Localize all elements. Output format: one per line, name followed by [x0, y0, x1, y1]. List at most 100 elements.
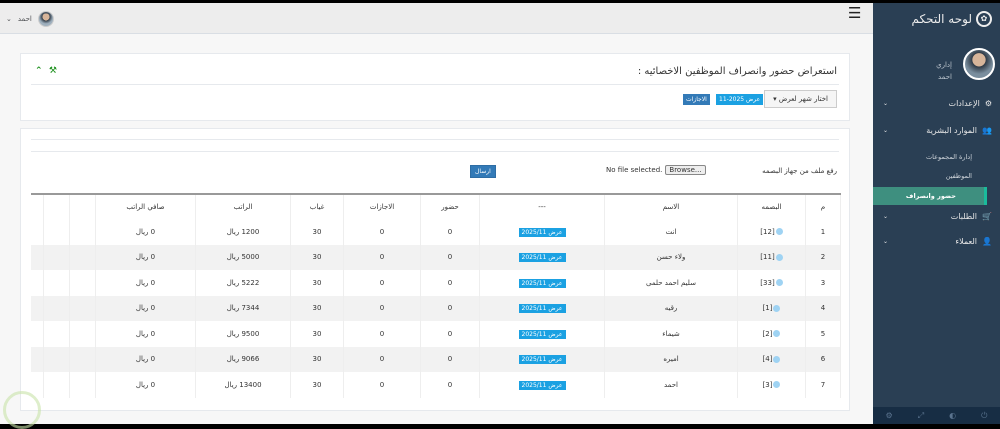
cell-fp: [33]: [737, 270, 806, 296]
cell-vac: 0: [343, 219, 421, 245]
empty-cell: [43, 219, 71, 245]
month-select-button[interactable]: اختار شهر لعرض ▾: [764, 90, 837, 108]
empty-cell: [69, 219, 96, 245]
brand[interactable]: ✿ لوحه التحكم: [912, 11, 992, 27]
cell-vac: 0: [343, 321, 421, 347]
cell-n: 1: [805, 219, 841, 245]
fp-value: [4]: [762, 355, 773, 364]
empty-cell: [31, 244, 45, 270]
file-input[interactable]: No file selected. Browse...: [606, 165, 706, 175]
empty-cell: [69, 295, 96, 321]
fingerprint-icon: [775, 253, 783, 261]
present-value: 0: [447, 278, 453, 287]
cell-vac: 0: [343, 372, 421, 398]
vac-value: 0: [379, 278, 385, 287]
divider: [31, 139, 839, 140]
sidebar-item-orders[interactable]: 🛒 الطلبات ⌄: [873, 206, 1000, 226]
fp-value: [12]: [760, 227, 775, 236]
cell-salary: 9500 ريال: [195, 321, 291, 347]
empty-cell: [31, 346, 45, 372]
vac-value: 0: [379, 227, 385, 236]
lock-icon[interactable]: ◐: [949, 411, 956, 420]
no-file-text: No file selected.: [606, 166, 663, 174]
gears-icon: ⚙: [984, 98, 992, 108]
n-value: 3: [820, 278, 826, 287]
cell-absent: 30: [290, 346, 344, 372]
cell-fp: [1]: [737, 295, 806, 321]
chevron-down-icon: ⌄: [883, 237, 889, 245]
present-value: 0: [447, 329, 453, 338]
attendance-table: م البصمه الاسم --- حضور الاجازات غياب الراتب صاف…: [31, 193, 841, 398]
absent-value: 30: [312, 355, 322, 364]
absent-value: 30: [312, 227, 322, 236]
send-button[interactable]: ارسال: [470, 165, 496, 178]
vacations-badge[interactable]: الاجازات: [683, 94, 710, 105]
user-menu[interactable]: ⌄ احمد: [6, 11, 54, 27]
n-value: 6: [820, 355, 826, 364]
sidebar-item-hr[interactable]: 👥 الموارد البشرية ⌄: [873, 120, 1000, 140]
cell-name: احمد: [604, 372, 738, 398]
cell-n: 7: [805, 372, 841, 398]
profile-name: احمد: [938, 73, 952, 81]
name-value: اميره: [663, 355, 679, 364]
name-value: رقيه: [664, 304, 678, 313]
cell-present: 0: [420, 219, 480, 245]
table-row: 3 [33] سليم احمد حلمى عرض 2025/11 0 0 30 5222 ر…: [31, 270, 841, 296]
view-value[interactable]: عرض 2025/11: [518, 380, 566, 390]
chevron-down-icon: ⌄: [883, 126, 889, 134]
sidebar-item-settings[interactable]: ⚙ الإعدادات ⌄: [873, 93, 1000, 113]
name-value: شيماء: [662, 329, 680, 338]
view-value[interactable]: عرض 2025/11: [518, 278, 566, 288]
divider: [31, 151, 839, 152]
cell-n: 4: [805, 295, 841, 321]
column-header: م: [805, 194, 841, 219]
cart-icon: 🛒: [982, 211, 992, 221]
browse-button[interactable]: Browse...: [665, 165, 706, 175]
cell-salary: 9066 ريال: [195, 346, 291, 372]
vac-value: 0: [379, 329, 385, 338]
empty-cell: [69, 346, 96, 372]
collapse-icon[interactable]: ⌃: [35, 66, 43, 76]
table-row: 7 [3] احمد عرض 2025/11 0 0 30 13400 ريال 0 ريال: [31, 372, 841, 398]
menu-toggle-icon[interactable]: ☰: [848, 4, 861, 22]
fingerprint-icon: [773, 330, 781, 338]
power-icon[interactable]: ⏻: [981, 411, 987, 421]
sidebar-subitem-attendance[interactable]: حضور وانصراف: [873, 187, 987, 205]
cell-name: اميره: [604, 346, 738, 372]
cell-name: ولاء حسن: [604, 244, 738, 270]
view-value[interactable]: عرض 2025/11: [518, 253, 566, 263]
n-value: 7: [820, 380, 826, 389]
fingerprint-icon: [775, 228, 783, 236]
view-month-badge[interactable]: عرض 2025-11: [716, 94, 764, 105]
sidebar-item-clients[interactable]: 👤 العملاء ⌄: [873, 231, 1000, 251]
view-value[interactable]: عرض 2025/11: [518, 355, 566, 365]
column-header: الراتب: [195, 194, 291, 219]
absent-value: 30: [312, 380, 322, 389]
cell-name: سليم احمد حلمى: [604, 270, 738, 296]
cell-view: عرض 2025/11: [479, 219, 605, 245]
wrench-icon[interactable]: ⚒: [49, 66, 57, 76]
cell-net: 0 ريال: [95, 270, 196, 296]
fullscreen-icon[interactable]: ⤢: [918, 411, 924, 421]
table-panel: رفع ملف من جهاز البصمه No file selected.…: [20, 128, 850, 411]
settings-icon[interactable]: ⚙: [886, 411, 893, 420]
view-value[interactable]: عرض 2025/11: [518, 304, 566, 314]
user-icon: 👤: [982, 236, 992, 246]
chevron-down-icon: ⌄: [883, 212, 889, 220]
cell-name: رقيه: [604, 295, 738, 321]
view-value[interactable]: عرض 2025/11: [518, 329, 566, 339]
sidebar-subitem-groups[interactable]: إدارة المجموعات: [873, 148, 1000, 166]
salary-value: 9066 ريال: [226, 355, 260, 364]
welcome-text: إداري: [936, 61, 952, 69]
cell-fp: [12]: [737, 219, 806, 245]
empty-cell: [43, 372, 71, 398]
vac-value: 0: [379, 304, 385, 313]
cell-view: عرض 2025/11: [479, 321, 605, 347]
cell-present: 0: [420, 270, 480, 296]
cell-view: عرض 2025/11: [479, 270, 605, 296]
sidebar-subitem-employees[interactable]: الموظفين: [873, 167, 1000, 185]
sidebar: ✿ لوحه التحكم إداري احمد ⚙ الإعدادات ⌄ 👥 المو…: [873, 3, 1000, 424]
empty-cell: [43, 295, 71, 321]
view-value[interactable]: عرض 2025/11: [518, 227, 566, 237]
column-header: صافي الراتب: [95, 194, 196, 219]
